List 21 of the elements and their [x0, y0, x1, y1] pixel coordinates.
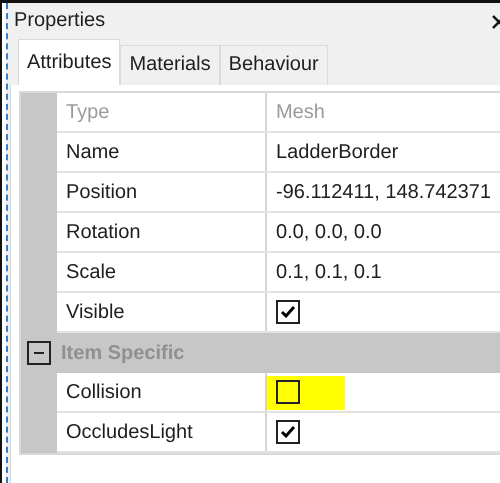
checkbox[interactable]: [276, 300, 300, 324]
property-name: Rotation: [57, 213, 267, 251]
checkbox[interactable]: [276, 420, 300, 444]
property-name: OccludesLight: [57, 413, 267, 451]
property-name: Visible: [57, 293, 267, 331]
check-icon: [280, 425, 296, 439]
checkbox[interactable]: [276, 380, 300, 404]
panel-title: Properties: [14, 9, 106, 33]
tab[interactable]: Behaviour: [220, 45, 328, 85]
property-value[interactable]: LadderBorder: [276, 140, 398, 164]
property-value[interactable]: 0.0, 0.0, 0.0: [276, 220, 382, 244]
property-value[interactable]: -96.112411, 148.742371: [276, 180, 492, 204]
property-name: Scale: [57, 253, 267, 291]
property-name: Type: [57, 93, 267, 131]
collapse-icon[interactable]: [27, 341, 51, 365]
check-icon: [280, 305, 296, 319]
property-value[interactable]: 0.1, 0.1, 0.1: [276, 260, 382, 284]
tab[interactable]: Attributes: [18, 39, 120, 85]
property-name: Position: [57, 173, 267, 211]
tab[interactable]: Materials: [120, 45, 220, 85]
property-name: Name: [57, 133, 267, 171]
